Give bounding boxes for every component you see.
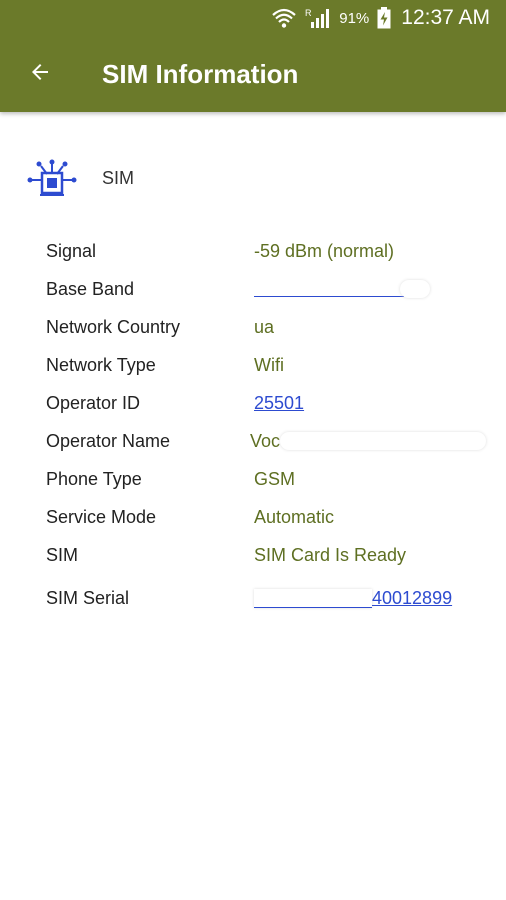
row-value: -59 dBm (normal) — [254, 240, 395, 261]
row-value: SIM Card Is Ready — [254, 544, 407, 565]
row-label: Operator Name — [46, 430, 171, 451]
row-label: Network Type — [46, 354, 156, 375]
battery-percent: 91% — [339, 9, 370, 27]
row-sim-serial: SIM Serial 40012899 — [46, 574, 486, 622]
redaction-mask — [254, 588, 372, 608]
row-value: Voc — [250, 430, 281, 451]
sim-serial-value: 40012899 — [254, 588, 452, 609]
clock: 12:37 AM — [401, 6, 490, 29]
row-service-mode: Service Mode Automatic — [46, 498, 486, 536]
app-bar: R 91% 12:37 AM SIM Information — [0, 0, 506, 112]
sim-section-header: SIM — [24, 150, 134, 206]
row-operator-id: Operator ID 25501 — [46, 384, 486, 422]
row-label: Operator ID — [46, 392, 141, 413]
redaction-mask — [400, 280, 430, 298]
status-bar: R 91% 12:37 AM — [0, 0, 506, 36]
wifi-icon — [271, 7, 297, 29]
sim-serial-link[interactable]: 40012899 — [372, 588, 452, 609]
row-label: Service Mode — [46, 506, 157, 527]
row-phone-type: Phone Type GSM — [46, 460, 486, 498]
row-label: Signal — [46, 240, 97, 261]
row-network-type: Network Type Wifi — [46, 346, 486, 384]
redaction-mask — [280, 432, 486, 450]
row-label: Base Band — [46, 278, 135, 299]
toolbar: SIM Information — [0, 36, 506, 112]
battery-charging-icon — [377, 7, 391, 29]
signal-icon: R — [305, 7, 331, 29]
sim-info-list: Signal -59 dBm (normal) Base Band Networ… — [46, 232, 486, 622]
base-band-link[interactable] — [254, 282, 404, 297]
section-title: SIM — [102, 167, 135, 188]
operator-id-link[interactable]: 25501 — [254, 393, 304, 414]
roaming-badge: R — [305, 8, 312, 18]
row-value: Wifi — [254, 354, 284, 375]
row-base-band: Base Band — [46, 270, 486, 308]
row-value: GSM — [254, 468, 296, 489]
row-value: Automatic — [254, 506, 335, 527]
row-label: SIM — [46, 544, 79, 565]
back-button[interactable] — [20, 54, 60, 94]
page-title: SIM Information — [102, 58, 299, 89]
row-network-country: Network Country ua — [46, 308, 486, 346]
sim-network-icon — [24, 150, 80, 206]
row-label: Network Country — [46, 316, 181, 337]
row-label: SIM Serial — [46, 587, 130, 608]
row-signal: Signal -59 dBm (normal) — [46, 232, 486, 270]
row-sim: SIM SIM Card Is Ready — [46, 536, 486, 574]
row-label: Phone Type — [46, 468, 142, 489]
arrow-back-icon — [28, 60, 52, 89]
row-value: ua — [254, 316, 275, 337]
row-operator-name: Operator Name Voc — [46, 422, 486, 460]
